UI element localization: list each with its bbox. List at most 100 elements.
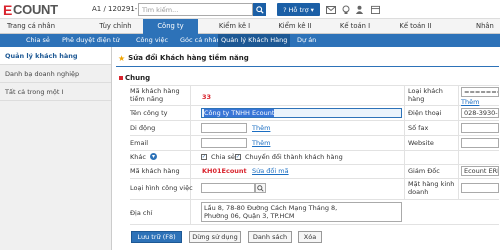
add-email-link[interactable]: Thêm <box>252 139 270 147</box>
sidebar-item-business-directory[interactable]: Danh bạ doanh nghiệp <box>0 65 111 83</box>
type-select[interactable]: ========== <box>461 87 499 97</box>
divider <box>130 150 499 151</box>
delete-button[interactable]: Xóa <box>298 231 322 243</box>
calendar-icon[interactable] <box>370 4 381 15</box>
ecount-logo[interactable]: E COUNT <box>3 1 58 18</box>
user-icon[interactable] <box>354 4 365 15</box>
sidebar: Quản lý khách hàng Danh bạ doanh nghiệp … <box>0 47 112 250</box>
address-label: Địa chỉ <box>130 209 153 217</box>
email-input[interactable] <box>201 138 247 148</box>
email-label: Email <box>130 139 149 147</box>
edit-code-link[interactable]: Sửa đổi mã <box>252 167 289 175</box>
top-bar: E COUNT A1 / 120291-100 Tìm kiếm... ? Hỗ… <box>0 0 500 19</box>
search-button[interactable] <box>253 3 266 16</box>
tab-inventory-1[interactable]: Kiểm kê I <box>212 19 257 34</box>
other-label: Khác <box>130 153 146 161</box>
address-textarea[interactable]: Lầu 8, 78-80 Đường Cách Mạng Tháng 8, Ph… <box>201 202 402 222</box>
add-type-link[interactable]: Thêm <box>461 98 479 106</box>
tab-company[interactable]: Công ty <box>143 19 198 34</box>
products-label: Mặt hàng kinh doanh <box>408 180 455 196</box>
divider <box>130 105 499 106</box>
lightbulb-icon[interactable] <box>340 4 351 15</box>
sub-e-approval[interactable]: Phê duyệt điện tử <box>62 34 120 47</box>
business-type-label: Loại hình công việc <box>130 184 193 192</box>
help-label: Hỗ trợ <box>288 5 309 14</box>
tab-customize[interactable]: Tùy chỉnh <box>88 19 143 34</box>
convert-checkbox[interactable]: ✓ <box>235 154 241 160</box>
address-line-1: Lầu 8, 78-80 Đường Cách Mạng Tháng 8, <box>204 204 338 212</box>
title-divider <box>116 66 499 67</box>
logo-letter: E <box>3 1 13 18</box>
sub-customer-management[interactable]: Quản lý Khách Hàng <box>218 34 291 47</box>
tab-hr[interactable]: Nhân <box>470 19 500 34</box>
sub-personal-corner[interactable]: Góc cá nhân <box>180 34 221 47</box>
mobile-label: Di động <box>130 124 156 132</box>
favorite-star-icon[interactable]: ★ <box>118 54 125 63</box>
customer-code-value: KH01Ecount <box>202 167 247 175</box>
divider <box>130 120 499 121</box>
help-icon: ? <box>283 5 287 14</box>
search-icon <box>255 5 264 14</box>
sub-projects[interactable]: Dự án <box>297 34 316 47</box>
tab-inventory-2[interactable]: Kiểm kê II <box>270 19 320 34</box>
convert-label: Chuyển đổi thành khách hàng <box>245 153 343 161</box>
director-label: Giám Đốc <box>408 167 440 175</box>
help-button[interactable]: ? Hỗ trợ ▾ <box>277 3 320 16</box>
company-name-input[interactable]: Công ty TNHH Ecount <box>201 108 402 118</box>
company-label: Tên công ty <box>130 109 168 117</box>
share-checkbox[interactable]: ✓ <box>201 154 207 160</box>
sub-tasks[interactable]: Công việc <box>136 34 168 47</box>
divider <box>130 224 499 225</box>
website-input[interactable] <box>461 138 499 148</box>
divider <box>190 85 191 224</box>
divider <box>130 164 499 165</box>
divider <box>458 85 459 199</box>
section-general[interactable]: Chung <box>119 74 150 82</box>
type-label: Loại khách hàng <box>408 87 443 103</box>
mobile-input[interactable] <box>201 123 247 133</box>
lookup-button[interactable] <box>255 183 266 193</box>
page-title: ★ Sửa đổi Khách hàng tiềm năng <box>118 52 249 64</box>
sidebar-item-all-in-one[interactable]: Tất cả trong một I <box>0 83 111 101</box>
products-input[interactable] <box>461 183 499 193</box>
phone-label: Điện thoại <box>408 109 442 117</box>
list-button[interactable]: Danh sách <box>248 231 292 243</box>
envelope-icon[interactable] <box>325 4 336 15</box>
tab-personal[interactable]: Trang cá nhân <box>0 19 62 34</box>
company-name-value: Công ty TNHH Ecount <box>204 109 275 117</box>
chevron-down-icon: ▾ <box>310 5 314 14</box>
main-menu: Trang cá nhân Tùy chỉnh Công ty Kiểm kê … <box>0 19 500 34</box>
fax-label: Số fax <box>408 124 429 132</box>
website-label: Website <box>408 139 434 147</box>
sidebar-item-customer-management[interactable]: Quản lý khách hàng <box>0 47 111 65</box>
search-input[interactable]: Tìm kiếm... <box>138 3 253 16</box>
section-bullet-icon <box>119 76 123 80</box>
search-icon <box>257 184 264 192</box>
sub-menu: Chia sẻ Phê duyệt điện tử Công việc Góc … <box>0 34 500 47</box>
expand-icon[interactable]: ▾ <box>150 153 157 160</box>
logo-text: COUNT <box>13 2 58 17</box>
code-label: Mã khách hàng tiềm năng <box>130 87 180 103</box>
section-general-label: Chung <box>125 74 151 82</box>
tab-accounting-2[interactable]: Kế toán II <box>388 19 443 34</box>
sub-share[interactable]: Chia sẻ <box>26 34 50 47</box>
main-content: ★ Sửa đổi Khách hàng tiềm năng Chung Mã … <box>112 47 500 250</box>
other-label-row: Khác <box>130 153 146 161</box>
divider <box>404 85 405 199</box>
add-mobile-link[interactable]: Thêm <box>252 124 270 132</box>
divider <box>130 178 499 179</box>
business-type-input[interactable] <box>201 183 255 193</box>
director-input[interactable]: Ecount ERP <box>461 166 499 176</box>
stop-using-button[interactable]: Dừng sử dụng <box>189 231 241 243</box>
fax-input[interactable] <box>461 123 499 133</box>
divider <box>130 199 499 200</box>
tab-accounting-1[interactable]: Kế toán I <box>330 19 380 34</box>
code-value: 33 <box>202 93 212 101</box>
address-line-2: Phường 06, Quận 3, TP.HCM <box>204 212 295 220</box>
share-label: Chia sẻ <box>211 153 235 161</box>
page-title-text: Sửa đổi Khách hàng tiềm năng <box>128 54 249 62</box>
divider <box>130 85 499 86</box>
customer-code-label: Mã khách hàng <box>130 167 180 175</box>
phone-input[interactable]: 028-3930-0 <box>461 108 499 118</box>
save-button[interactable]: Lưu trữ (F8) <box>131 231 182 243</box>
